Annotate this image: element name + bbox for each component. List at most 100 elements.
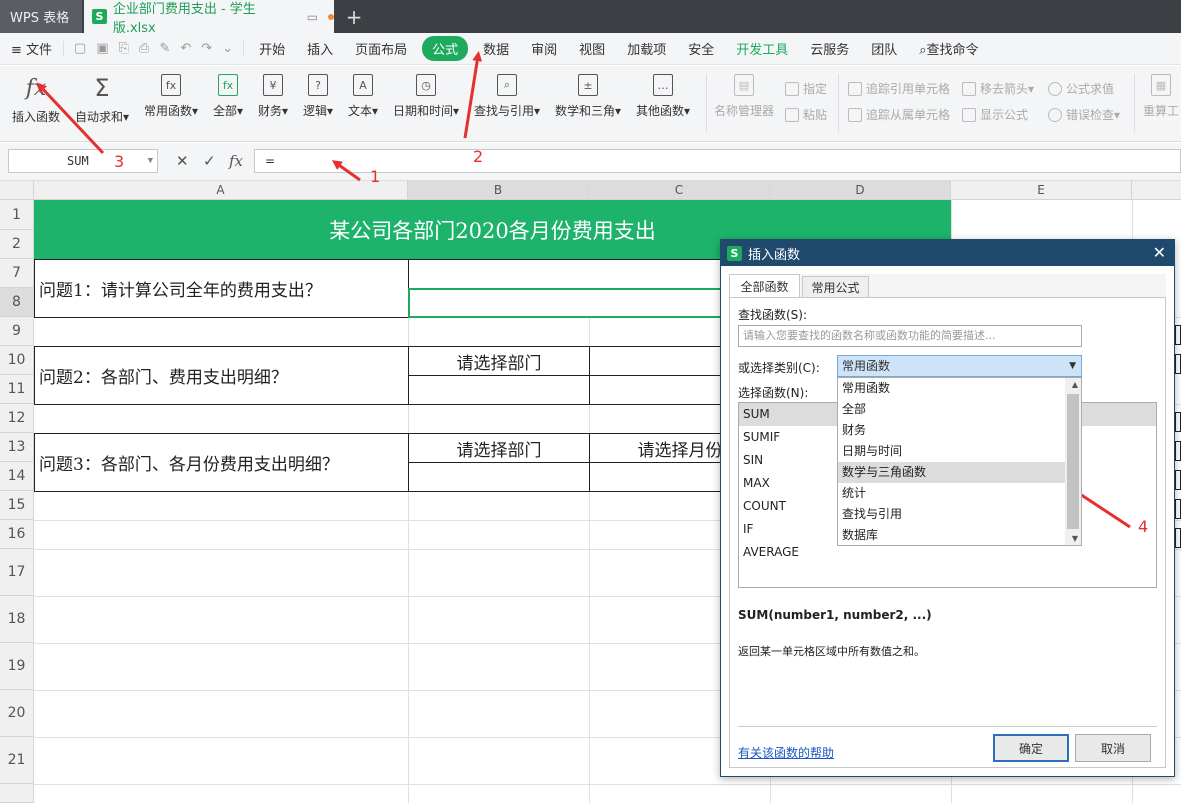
print-icon[interactable]: ⎙: [139, 41, 149, 56]
menu-formula[interactable]: 公式: [422, 36, 469, 61]
tab-common-formulas[interactable]: 常用公式: [802, 276, 869, 298]
open-folder-icon[interactable]: ▢: [74, 41, 86, 56]
show-formulas-button[interactable]: 显示公式: [962, 106, 1028, 123]
row-header[interactable]: [0, 784, 34, 803]
row-header[interactable]: 15: [0, 491, 34, 520]
column-header-c[interactable]: C: [589, 181, 770, 200]
evaluate-formula-button[interactable]: 公式求值: [1048, 80, 1114, 97]
menu-insert[interactable]: 插入: [296, 39, 344, 58]
autosum-button[interactable]: Σ 自动求和▾: [75, 74, 129, 125]
row-header[interactable]: 8: [0, 288, 34, 317]
formula-input[interactable]: =: [254, 149, 1181, 173]
chevron-down-icon[interactable]: ⌄: [222, 41, 233, 56]
row-header[interactable]: 17: [0, 549, 34, 596]
logic-button[interactable]: ? 逻辑▾: [303, 74, 333, 119]
row-header[interactable]: 10: [0, 346, 34, 375]
chevron-down-icon[interactable]: ▼: [148, 150, 153, 172]
q2-dept-select-cell[interactable]: 请选择部门: [408, 346, 590, 376]
specify-button[interactable]: 指定: [785, 80, 827, 97]
menu-addins[interactable]: 加载项: [616, 39, 677, 58]
scrollbar-thumb[interactable]: [1067, 394, 1079, 529]
row-header[interactable]: 1: [0, 200, 34, 230]
menu-team[interactable]: 团队: [860, 39, 908, 58]
column-header-e[interactable]: E: [951, 181, 1132, 200]
cancel-icon[interactable]: ✕: [176, 152, 189, 170]
function-help-link[interactable]: 有关该函数的帮助: [738, 744, 834, 761]
lookup-button[interactable]: ⌕ 查找与引用▾: [474, 74, 540, 119]
dropdown-item[interactable]: 财务: [838, 420, 1066, 441]
monitor-icon[interactable]: ▭: [307, 10, 318, 24]
paste-button[interactable]: 粘贴: [785, 106, 827, 123]
dropdown-item[interactable]: 数学与三角函数: [838, 462, 1066, 483]
menu-search[interactable]: ⌕查找命令: [908, 39, 989, 58]
math-button[interactable]: ± 数学和三角▾: [555, 74, 621, 119]
row-header[interactable]: 13: [0, 433, 34, 462]
trace-precedents-button[interactable]: 追踪引用单元格: [848, 80, 950, 97]
column-header-b[interactable]: B: [408, 181, 589, 200]
dropdown-item[interactable]: 统计: [838, 483, 1066, 504]
text-button[interactable]: A 文本▾: [348, 74, 378, 119]
row-header[interactable]: 7: [0, 259, 34, 288]
tab-all-functions[interactable]: 全部函数: [729, 274, 800, 298]
fx-icon[interactable]: fx: [229, 152, 243, 170]
menu-developer[interactable]: 开发工具: [725, 39, 799, 58]
format-painter-icon[interactable]: ✎: [159, 41, 170, 56]
chevron-down-icon[interactable]: ▼: [1069, 356, 1076, 376]
scroll-down-icon[interactable]: ▼: [1072, 534, 1078, 543]
name-box[interactable]: SUM ▼: [8, 149, 158, 173]
dropdown-item[interactable]: 查找与引用: [838, 504, 1066, 525]
menu-view[interactable]: 视图: [568, 39, 616, 58]
select-all-corner[interactable]: [0, 181, 34, 200]
other-functions-button[interactable]: … 其他函数▾: [636, 74, 690, 119]
column-header-f[interactable]: [1132, 181, 1181, 200]
row-header[interactable]: 12: [0, 404, 34, 433]
save-icon[interactable]: ▣: [96, 41, 108, 56]
menu-security[interactable]: 安全: [677, 39, 725, 58]
finance-button[interactable]: ¥ 财务▾: [258, 74, 288, 119]
column-header-a[interactable]: A: [34, 181, 408, 200]
menu-file[interactable]: ≡ 文件: [0, 39, 63, 58]
confirm-check-icon[interactable]: ✓: [203, 152, 216, 170]
ok-button[interactable]: 确定: [993, 734, 1069, 762]
recalculate-button[interactable]: ▦ 重算工: [1143, 74, 1179, 119]
search-function-input[interactable]: 请输入您要查找的函数名称或函数功能的简要描述...: [738, 325, 1082, 347]
common-functions-button[interactable]: fx 常用函数▾: [144, 74, 198, 119]
question-3-cell[interactable]: 问题3：各部门、各月份费用支出明细？: [34, 433, 409, 492]
row-header[interactable]: 14: [0, 462, 34, 491]
redo-icon[interactable]: ↷: [201, 41, 212, 56]
row-header[interactable]: 19: [0, 643, 34, 690]
category-select[interactable]: 常用函数 ▼: [837, 355, 1082, 377]
error-check-button[interactable]: 错误检查 ▾: [1048, 106, 1120, 123]
dropdown-scrollbar[interactable]: ▲ ▼: [1065, 378, 1081, 545]
row-header[interactable]: 16: [0, 520, 34, 549]
column-header-d[interactable]: D: [770, 181, 951, 200]
scroll-up-icon[interactable]: ▲: [1072, 380, 1078, 389]
remove-arrows-button[interactable]: 移去箭头 ▾: [962, 80, 1034, 97]
app-tab[interactable]: WPS 表格: [0, 0, 82, 33]
row-header[interactable]: 9: [0, 317, 34, 346]
category-dropdown[interactable]: 常用函数 全部 财务 日期与时间 数学与三角函数 统计 查找与引用 数据库 ▲ …: [837, 377, 1082, 546]
all-functions-button[interactable]: fx 全部▾: [213, 74, 243, 119]
menu-home[interactable]: 开始: [248, 39, 296, 58]
dialog-title-bar[interactable]: S 插入函数: [721, 240, 1174, 266]
add-tab-button[interactable]: +: [344, 0, 364, 33]
row-header[interactable]: 11: [0, 375, 34, 404]
dropdown-item[interactable]: 数据库: [838, 525, 1066, 546]
document-tab[interactable]: S 企业部门费用支出 - 学生版.xlsx ▭: [84, 0, 334, 36]
trace-dependents-button[interactable]: 追踪从属单元格: [848, 106, 950, 123]
row-header[interactable]: 18: [0, 596, 34, 643]
menu-data[interactable]: 数据: [472, 39, 520, 58]
question-1-cell[interactable]: 问题1：请计算公司全年的费用支出？: [34, 259, 409, 318]
q2-cell[interactable]: [408, 375, 590, 405]
row-header[interactable]: 2: [0, 230, 34, 259]
menu-page-layout[interactable]: 页面布局: [344, 39, 418, 58]
row-header[interactable]: 21: [0, 737, 34, 784]
q3-dept-select-cell[interactable]: 请选择部门: [408, 433, 590, 463]
cancel-button[interactable]: 取消: [1075, 734, 1151, 762]
print-preview-icon[interactable]: ⎘: [119, 41, 129, 56]
undo-icon[interactable]: ↶: [180, 41, 191, 56]
menu-review[interactable]: 审阅: [520, 39, 568, 58]
close-icon[interactable]: ✕: [1153, 243, 1166, 262]
row-header[interactable]: 20: [0, 690, 34, 737]
dropdown-item[interactable]: 日期与时间: [838, 441, 1066, 462]
